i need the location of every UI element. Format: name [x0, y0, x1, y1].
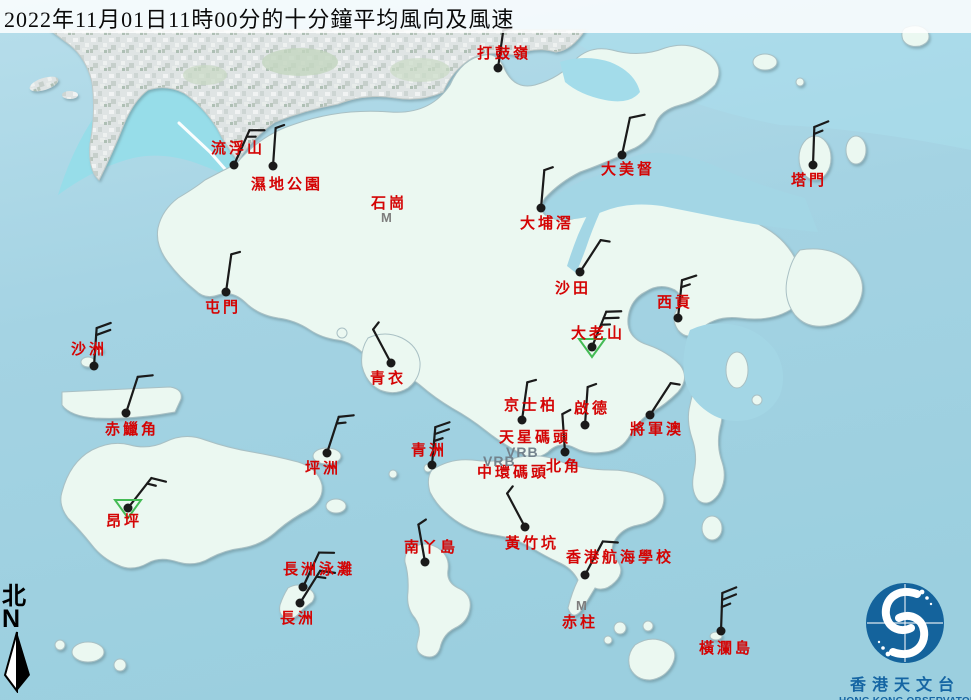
hong-kong-map	[0, 0, 971, 700]
compass-north-en: N	[2, 608, 38, 631]
compass: 北 N	[2, 584, 38, 698]
north-arrow-icon	[2, 631, 34, 693]
hko-logo-name-en: HONG KONG OBSERVATORY	[839, 696, 971, 700]
hko-logo-name-zh: 香港天文台	[839, 671, 971, 695]
map-title: 2022年11月01日11時00分的十分鐘平均風向及風速	[4, 2, 514, 34]
hko-logo-icon	[853, 577, 957, 669]
wind-map-page: 打鼓嶺流浮山濕地公園石崗M大美督大埔滘塔門沙田西貢沙洲屯門大老山青衣赤鱲角京士柏…	[0, 0, 971, 700]
hko-logo: 香港天文台 HONG KONG OBSERVATORY	[839, 577, 971, 700]
